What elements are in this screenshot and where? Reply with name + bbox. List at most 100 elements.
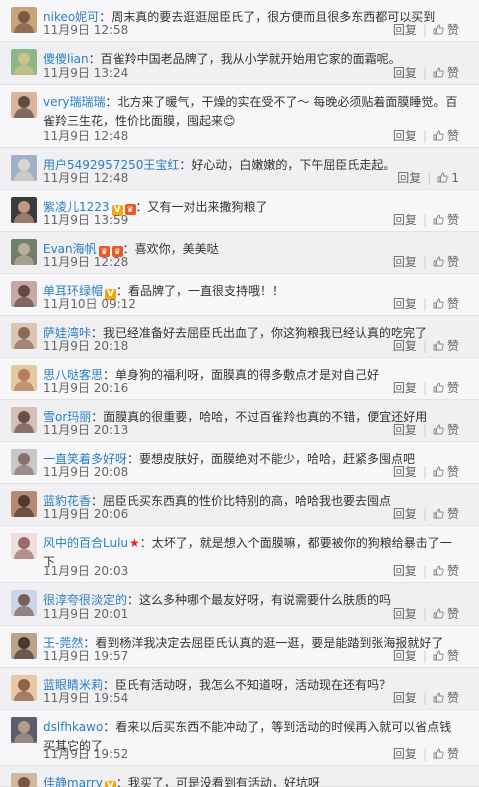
comment-row: 佳静marry V ：我买了，可是没看到有活动，好坑呀 — [0, 766, 479, 787]
avatar[interactable] — [11, 533, 37, 559]
comment-content: ：百雀羚中国老品牌了，我从小学就开始用它家的面霜呢。 — [88, 52, 401, 66]
avatar[interactable] — [11, 7, 37, 33]
avatar[interactable] — [11, 449, 37, 475]
comment-row: 单耳环绿帽 V ：看品牌了，一直很支持哦！！ 11月10日 09:12 回复 | 赞 — [0, 274, 479, 316]
avatar[interactable] — [11, 239, 37, 265]
reply-button[interactable]: 回复 — [393, 128, 417, 145]
timestamp: 11月9日 20:13 — [43, 423, 129, 437]
like-label: 赞 — [446, 423, 459, 437]
reply-button[interactable]: 回复 — [393, 338, 417, 355]
avatar[interactable] — [11, 407, 37, 433]
username-link[interactable]: 佳静marry — [43, 776, 103, 787]
avatar[interactable] — [11, 49, 37, 75]
like-button[interactable]: 赞 — [433, 212, 459, 229]
reply-button[interactable]: 回复 — [397, 170, 421, 187]
divider: | — [422, 381, 427, 395]
thumbs-up-icon — [433, 424, 444, 435]
username-link[interactable]: very瑞瑞瑞 — [43, 95, 106, 109]
divider: | — [422, 649, 427, 663]
like-button[interactable]: 赞 — [433, 338, 459, 355]
avatar[interactable] — [11, 491, 37, 517]
reply-button[interactable]: 回复 — [393, 380, 417, 397]
reply-button[interactable]: 回复 — [393, 296, 417, 313]
thumbs-up-icon — [433, 67, 444, 78]
username-link[interactable]: dslfhkawo — [43, 720, 103, 734]
divider: | — [427, 171, 432, 185]
username-link[interactable]: 很淳夸很淡定的 — [43, 593, 127, 607]
like-label: 赞 — [446, 213, 459, 227]
thumbs-up-icon — [433, 692, 444, 703]
comment-row: 风中的百合Lulu★：太坏了，就是想入个面膜嘛，都要被你的狗粮给暴击了一下 11月… — [0, 526, 479, 583]
like-label: 赞 — [446, 339, 459, 353]
like-button[interactable]: 赞 — [433, 690, 459, 707]
reply-button[interactable]: 回复 — [393, 422, 417, 439]
like-button[interactable]: 赞 — [433, 22, 459, 39]
avatar[interactable] — [11, 717, 37, 743]
timestamp: 11月9日 12:48 — [43, 171, 129, 185]
like-button[interactable]: 赞 — [433, 506, 459, 523]
thumbs-up-icon — [437, 172, 449, 183]
like-label: 赞 — [446, 381, 459, 395]
like-button[interactable]: 赞 — [433, 296, 459, 313]
verified-icon: V — [104, 781, 116, 787]
avatar[interactable] — [11, 197, 37, 223]
reply-button[interactable]: 回复 — [393, 212, 417, 229]
timestamp: 11月9日 19:52 — [43, 747, 129, 761]
divider: | — [422, 465, 427, 479]
like-button[interactable]: 赞 — [433, 648, 459, 665]
comment-content: ：我买了，可是没看到有活动，好坑呀 — [115, 776, 320, 787]
like-label: 赞 — [446, 649, 459, 663]
like-label: 赞 — [446, 507, 459, 521]
comment-text: very瑞瑞瑞：北方来了暖气，干燥的实在受不了～ 每晚必须贴着面膜睡觉。百雀羚三… — [43, 93, 459, 131]
like-button[interactable]: 赞 — [433, 464, 459, 481]
divider: | — [422, 213, 427, 227]
divider: | — [422, 255, 427, 269]
thumbs-up-icon — [433, 382, 444, 393]
like-button[interactable]: 赞 — [433, 128, 459, 145]
timestamp: 11月10日 09:12 — [43, 297, 136, 311]
username-link[interactable]: 风中的百合Lulu — [43, 536, 128, 550]
avatar[interactable] — [11, 773, 37, 787]
reply-button[interactable]: 回复 — [393, 746, 417, 763]
like-button[interactable]: 赞 — [433, 254, 459, 271]
avatar[interactable] — [11, 675, 37, 701]
comment-meta: 11月9日 19:54 回复 | 赞 — [43, 690, 459, 707]
comment-row: 王-莞然：看到杨洋我决定去屈臣氏认真的逛一逛，要是能踏到张海报就好了 11月9日 … — [0, 626, 479, 668]
like-button[interactable]: 赞 — [433, 65, 459, 82]
reply-button[interactable]: 回复 — [393, 506, 417, 523]
username-link[interactable]: 傻傻lian — [43, 52, 89, 66]
comment-meta: 11月9日 12:28 回复 | 赞 — [43, 254, 459, 271]
reply-button[interactable]: 回复 — [393, 22, 417, 39]
timestamp: 11月9日 20:01 — [43, 607, 129, 621]
reply-button[interactable]: 回复 — [393, 690, 417, 707]
reply-button[interactable]: 回复 — [393, 648, 417, 665]
like-button[interactable]: 赞 — [433, 746, 459, 763]
like-label: 赞 — [446, 66, 459, 80]
avatar[interactable] — [11, 92, 37, 118]
reply-button[interactable]: 回复 — [393, 254, 417, 271]
like-button[interactable]: 赞 — [433, 606, 459, 623]
avatar[interactable] — [11, 155, 37, 181]
divider: | — [422, 297, 427, 311]
avatar[interactable] — [11, 323, 37, 349]
like-label: 赞 — [446, 129, 459, 143]
reply-button[interactable]: 回复 — [393, 563, 417, 580]
thumbs-up-icon — [433, 650, 444, 661]
like-button[interactable]: 赞 — [433, 563, 459, 580]
divider: | — [422, 507, 427, 521]
like-button[interactable]: 赞 — [433, 422, 459, 439]
comment-meta: 11月9日 20:16 回复 | 赞 — [43, 380, 459, 397]
like-button[interactable]: 1 — [437, 170, 459, 187]
timestamp: 11月9日 19:54 — [43, 691, 129, 705]
avatar[interactable] — [11, 633, 37, 659]
comment-row: 傻傻lian：百雀羚中国老品牌了，我从小学就开始用它家的面霜呢。 11月9日 13… — [0, 42, 479, 85]
avatar[interactable] — [11, 365, 37, 391]
avatar[interactable] — [11, 281, 37, 307]
reply-button[interactable]: 回复 — [393, 464, 417, 481]
reply-button[interactable]: 回复 — [393, 65, 417, 82]
reply-button[interactable]: 回复 — [393, 606, 417, 623]
like-button[interactable]: 赞 — [433, 380, 459, 397]
comment-row: nikeo妮可：周末真的要去逛逛屈臣氏了，很方便而且很多东西都可以买到 11月9日… — [0, 0, 479, 42]
like-label: 赞 — [446, 564, 459, 578]
avatar[interactable] — [11, 590, 37, 616]
